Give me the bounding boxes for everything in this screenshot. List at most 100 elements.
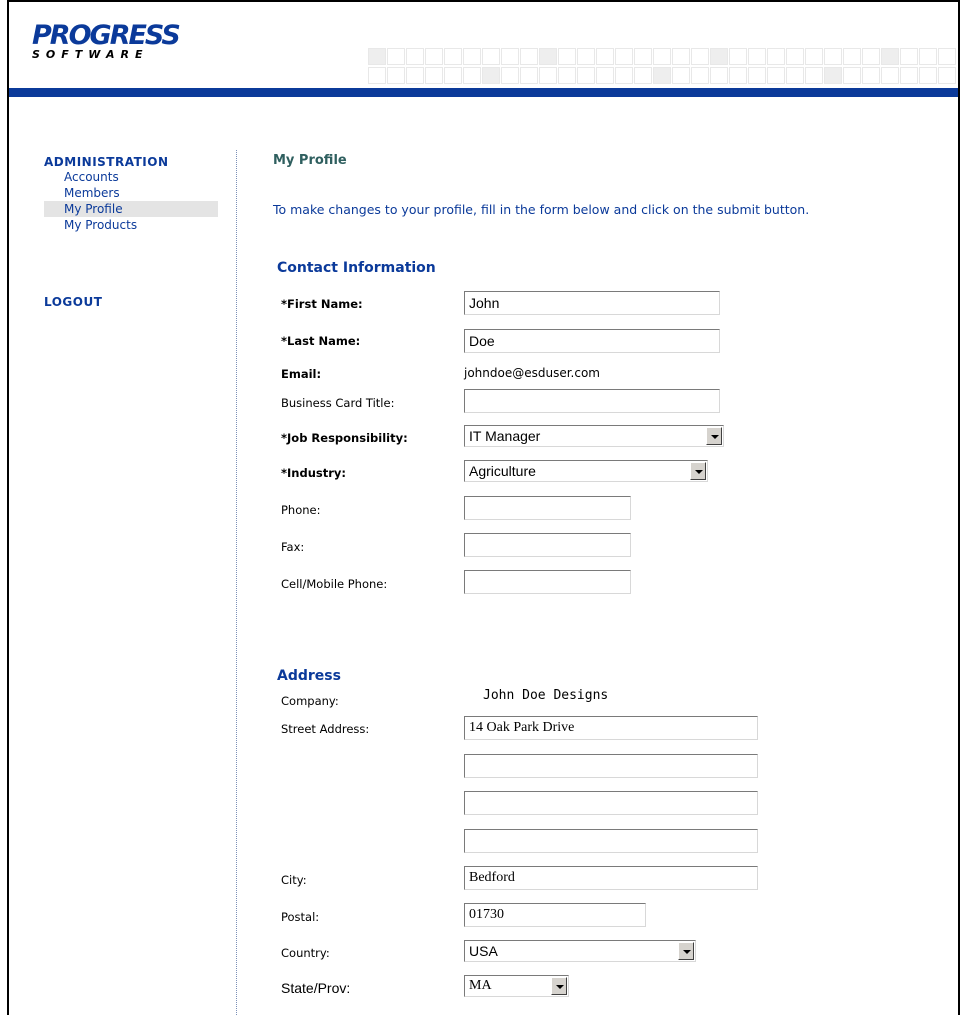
window-frame-top <box>7 0 960 2</box>
company-value: John Doe Designs <box>483 688 609 703</box>
phone-field[interactable] <box>464 496 631 520</box>
cell-phone-field[interactable] <box>464 570 631 594</box>
grid-cell <box>501 67 519 84</box>
grid-cell <box>938 67 956 84</box>
grid-cell <box>406 67 424 84</box>
street-address-line-1[interactable] <box>464 716 758 740</box>
grid-cell <box>539 48 557 65</box>
city-field[interactable] <box>464 866 758 890</box>
grid-cell <box>444 48 462 65</box>
grid-cell <box>615 48 633 65</box>
grid-cell <box>900 67 918 84</box>
grid-cell <box>387 67 405 84</box>
state-label: State/Prov: <box>281 980 351 996</box>
grid-cell <box>596 48 614 65</box>
country-value: USA <box>469 943 498 959</box>
chevron-down-icon[interactable] <box>551 977 567 995</box>
street-address-line-4[interactable] <box>464 829 758 853</box>
country-label: Country: <box>281 946 330 960</box>
window-frame-right <box>958 0 960 1015</box>
grid-cell <box>881 48 899 65</box>
state-value: MA <box>469 978 492 993</box>
sidebar-item-accounts[interactable]: Accounts <box>44 169 218 185</box>
grid-cell <box>919 67 937 84</box>
state-select[interactable]: MA <box>464 975 569 997</box>
company-label: Company: <box>281 694 339 708</box>
grid-cell <box>881 67 899 84</box>
grid-cell <box>862 67 880 84</box>
grid-cell <box>482 48 500 65</box>
logout-link[interactable]: LOGOUT <box>44 295 102 309</box>
cell-phone-label: Cell/Mobile Phone: <box>281 577 388 591</box>
street-address-label: Street Address: <box>281 722 370 736</box>
grid-cell <box>653 48 671 65</box>
industry-value: Agriculture <box>469 463 536 479</box>
grid-cell <box>463 48 481 65</box>
grid-cell <box>691 67 709 84</box>
grid-cell <box>368 67 386 84</box>
sidebar-item-my-profile[interactable]: My Profile <box>44 201 218 217</box>
logo-wordmark: PROGRESS <box>32 20 181 51</box>
first-name-field[interactable] <box>464 291 720 315</box>
grid-cell <box>539 67 557 84</box>
grid-cell <box>786 67 804 84</box>
grid-cell <box>824 67 842 84</box>
email-label: Email: <box>281 367 322 381</box>
city-label: City: <box>281 873 307 887</box>
grid-cell <box>501 48 519 65</box>
grid-cell <box>843 67 861 84</box>
grid-cell <box>558 48 576 65</box>
job-responsibility-select[interactable]: IT Manager <box>464 425 724 447</box>
grid-cell <box>634 48 652 65</box>
grid-cell <box>938 48 956 65</box>
grid-cell <box>672 67 690 84</box>
street-address-line-2[interactable] <box>464 754 758 778</box>
header-grid-decoration <box>300 46 956 84</box>
street-address-line-3[interactable] <box>464 791 758 815</box>
sidebar: ADMINISTRATION Accounts Members My Profi… <box>44 155 218 309</box>
section-title-address: Address <box>277 668 341 684</box>
progress-logo[interactable]: PROGRESS SOFTWARE <box>32 20 181 62</box>
grid-cell <box>691 48 709 65</box>
sidebar-item-members[interactable]: Members <box>44 185 218 201</box>
grid-cell <box>843 48 861 65</box>
grid-cell <box>900 48 918 65</box>
business-card-title-field[interactable] <box>464 389 720 413</box>
grid-cell <box>558 67 576 84</box>
grid-cell <box>710 67 728 84</box>
chevron-down-icon[interactable] <box>690 462 706 480</box>
first-name-label: *First Name: <box>281 297 363 311</box>
fax-field[interactable] <box>464 533 631 557</box>
phone-label: Phone: <box>281 503 321 517</box>
grid-cell <box>463 67 481 84</box>
grid-cell <box>729 67 747 84</box>
grid-cell <box>520 48 538 65</box>
fax-label: Fax: <box>281 540 305 554</box>
job-responsibility-label: *Job Responsibility: <box>281 431 408 445</box>
grid-cell <box>444 67 462 84</box>
window-frame-left <box>7 0 9 1015</box>
industry-select[interactable]: Agriculture <box>464 460 708 482</box>
postal-field[interactable] <box>464 903 646 927</box>
grid-cell <box>786 48 804 65</box>
grid-cell <box>805 48 823 65</box>
last-name-field[interactable] <box>464 329 720 353</box>
chevron-down-icon[interactable] <box>678 942 694 960</box>
grid-cell <box>482 67 500 84</box>
country-select[interactable]: USA <box>464 940 696 962</box>
grid-cell <box>710 48 728 65</box>
job-responsibility-value: IT Manager <box>469 428 541 444</box>
sidebar-item-my-products[interactable]: My Products <box>44 217 218 233</box>
grid-cell <box>406 48 424 65</box>
page-intro: To make changes to your profile, fill in… <box>273 202 810 217</box>
grid-cell <box>729 48 747 65</box>
grid-cell <box>862 48 880 65</box>
chevron-down-icon[interactable] <box>706 427 722 445</box>
grid-cell <box>805 67 823 84</box>
grid-cell <box>767 48 785 65</box>
grid-cell <box>767 67 785 84</box>
grid-cell <box>824 48 842 65</box>
grid-cell <box>615 67 633 84</box>
grid-cell <box>653 67 671 84</box>
sidebar-divider <box>236 150 237 1015</box>
